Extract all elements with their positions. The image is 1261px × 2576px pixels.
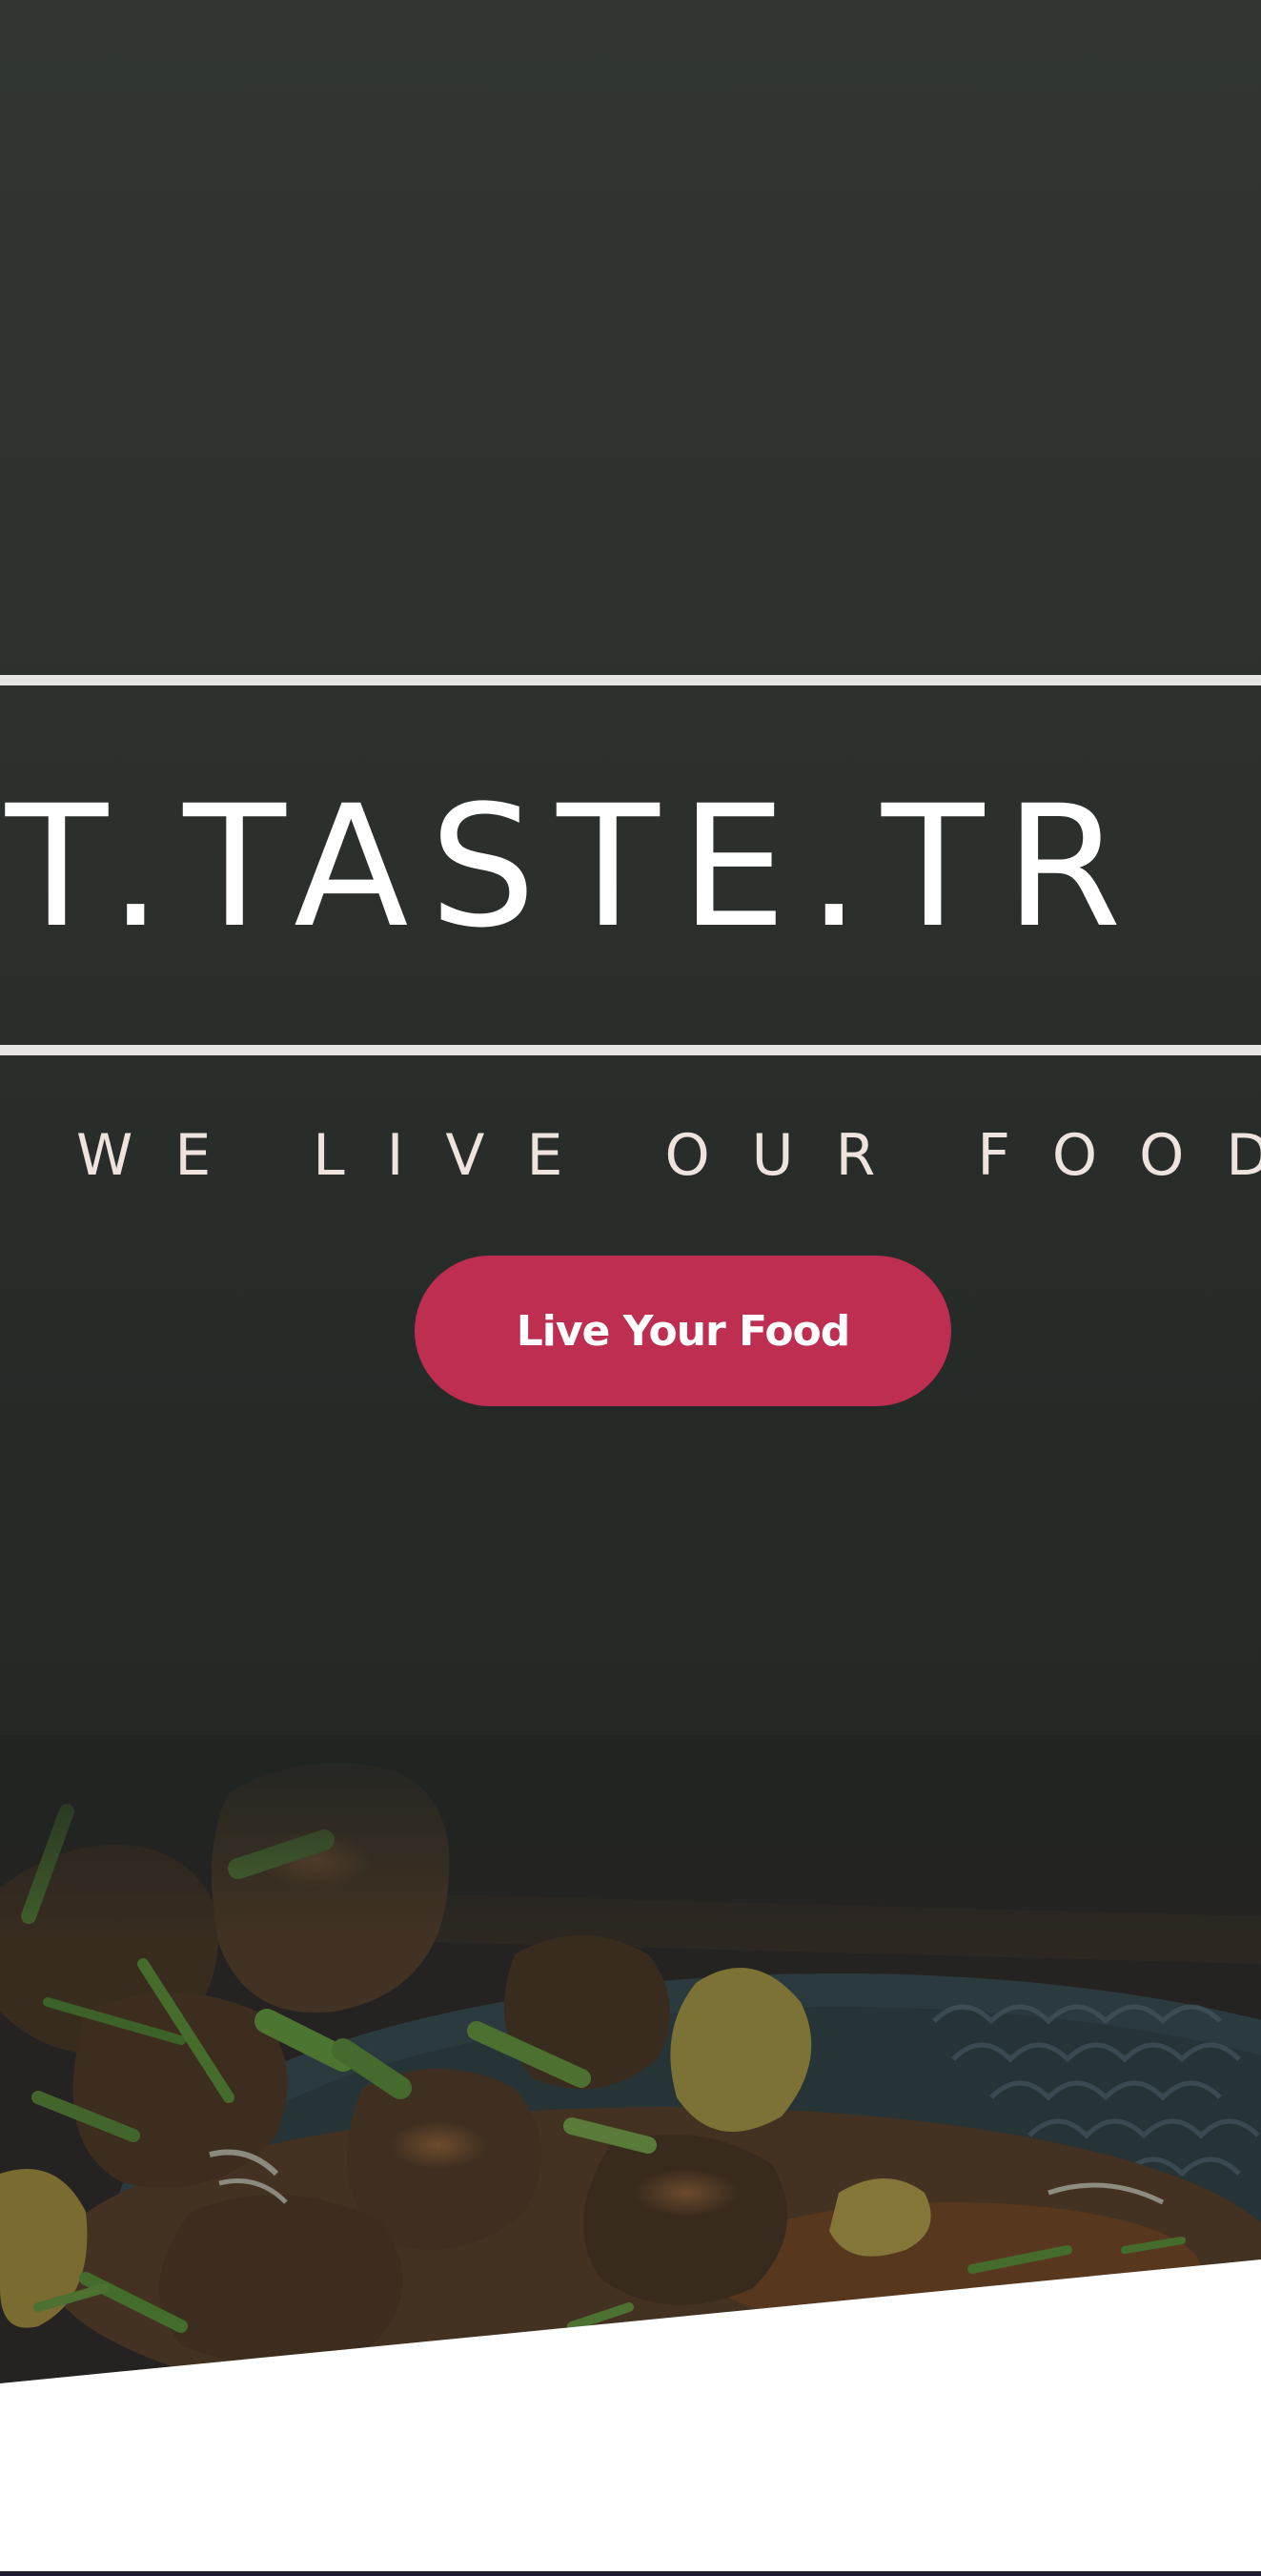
hero-tagline: WE LIVE OUR FOOD — [76, 1122, 1261, 1189]
page-bottom-border — [0, 2571, 1261, 2576]
live-your-food-button[interactable]: Live Your Food — [415, 1256, 951, 1406]
divider-top — [0, 675, 1261, 685]
hero-headline: AT.TASTE.TR — [0, 769, 1143, 965]
hero-content: AT.TASTE.TR WE LIVE OUR FOOD Live Your F… — [0, 0, 1261, 2393]
hero-section: AT.TASTE.TR WE LIVE OUR FOOD Live Your F… — [0, 0, 1261, 2393]
divider-bottom — [0, 1045, 1261, 1055]
live-your-food-button-label: Live Your Food — [516, 1306, 851, 1356]
